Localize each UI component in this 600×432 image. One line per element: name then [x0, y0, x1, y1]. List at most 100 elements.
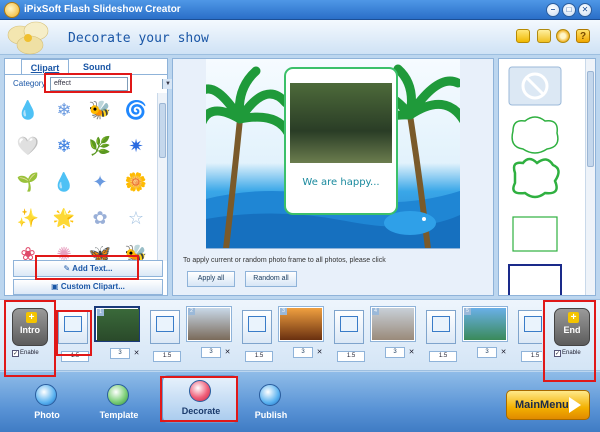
photo-duration[interactable]: 3 [110, 348, 130, 359]
clipart-item[interactable]: ✦ [85, 167, 115, 197]
clipart-scrollbar[interactable] [157, 93, 167, 261]
photo-number: 5 [464, 308, 471, 315]
photo-thumbnail[interactable]: 1 3 ✕ [94, 306, 140, 359]
transition-slot[interactable]: 1.5 [242, 310, 273, 362]
folder-icon: ▣ [51, 282, 61, 291]
transition-duration[interactable]: 1.5 [153, 351, 181, 362]
random-all-button[interactable]: Random all [245, 271, 297, 287]
nav-template[interactable]: Template [84, 380, 154, 424]
custom-clipart-button[interactable]: ▣ Custom Clipart... [13, 279, 163, 295]
transition-icon [432, 316, 450, 332]
clipart-item[interactable]: 🐝 [85, 95, 115, 125]
save-icon[interactable] [537, 29, 551, 43]
photo-number: 2 [188, 308, 195, 315]
transition-slot[interactable]: 1.5 [58, 310, 89, 362]
clipart-panel: Clipart Sound Category effect ▼ 💧 ❄ 🐝 🌀 🤍 ❄ 🌿 ✷… [4, 58, 173, 296]
nav-label: Publish [254, 410, 288, 420]
nav-publish[interactable]: Publish [236, 380, 306, 424]
title-bar: iPixSoft Flash Slideshow Creator – □ ✕ [0, 0, 600, 20]
app-logo-icon [4, 2, 20, 18]
page-header: Decorate your show ? [0, 20, 600, 55]
open-folder-icon[interactable] [516, 29, 530, 43]
clipart-item[interactable]: 🌿 [85, 131, 115, 161]
globe-icon [259, 384, 281, 406]
transition-icon [248, 316, 266, 332]
transition-icon [64, 316, 82, 332]
photo-thumbnail[interactable]: 2 3 ✕ [186, 306, 232, 358]
slide-preview[interactable]: We are happy... [206, 59, 460, 249]
photo-strip: 1.5 1 3 ✕ 1.5 2 3 ✕ 1.5 3 3 ✕ 1.5 4 3 ✕ 1.5 5 3 ✕ 1.5 [58, 306, 542, 366]
nav-decorate[interactable]: Decorate [162, 375, 238, 423]
apply-all-button[interactable]: Apply all [187, 271, 235, 287]
remove-photo-icon[interactable]: ✕ [407, 347, 416, 358]
end-button[interactable]: + End [554, 308, 590, 346]
transition-slot[interactable]: 1.5 [334, 310, 365, 362]
tab-sound[interactable]: Sound [75, 59, 119, 75]
clipart-item[interactable]: 🌱 [13, 167, 43, 197]
clipart-item[interactable]: 🌼 [121, 167, 151, 197]
category-select[interactable]: effect ▼ [50, 77, 173, 91]
scrollbar-thumb[interactable] [159, 103, 166, 158]
minimize-button[interactable]: – [546, 3, 560, 17]
intro-enable[interactable]: ✓ Enable [12, 350, 39, 357]
remove-photo-icon[interactable]: ✕ [223, 347, 232, 358]
frames-scrollbar[interactable] [585, 59, 595, 295]
clipart-item[interactable]: ❄ [49, 131, 79, 161]
pencil-icon: ✎ [63, 264, 73, 273]
clipart-item[interactable]: ☆ [121, 203, 151, 233]
photo-thumbnail[interactable]: 4 3 ✕ [370, 306, 416, 358]
checkbox[interactable]: ✓ [554, 350, 561, 357]
photo-thumbnail[interactable]: 5 3 ✕ [462, 306, 508, 358]
close-button[interactable]: ✕ [578, 3, 592, 17]
maximize-button[interactable]: □ [562, 3, 576, 17]
settings-icon[interactable] [556, 29, 570, 43]
clipart-item[interactable]: ✿ [85, 203, 115, 233]
photo-number: 1 [97, 309, 104, 316]
photo-duration[interactable]: 3 [201, 347, 221, 358]
remove-photo-icon[interactable]: ✕ [315, 347, 324, 358]
transition-duration[interactable]: 1.5 [429, 351, 457, 362]
clipart-item[interactable]: 💧 [49, 167, 79, 197]
transition-slot[interactable]: 1.5 [150, 310, 181, 362]
remove-photo-icon[interactable]: ✕ [499, 347, 508, 358]
transition-duration[interactable]: 1.5 [521, 351, 542, 362]
intro-button[interactable]: + Intro [12, 308, 48, 346]
clipart-item[interactable]: 🤍 [13, 131, 43, 161]
clipart-grid: 💧 ❄ 🐝 🌀 🤍 ❄ 🌿 ✷ 🌱 💧 ✦ 🌼 ✨ 🌟 ✿ ☆ ❀ ✺ 🦋 🐝 [9, 93, 159, 264]
end-block: + End ✓ Enable [552, 308, 592, 364]
tab-clipart[interactable]: Clipart [21, 59, 69, 75]
timeline: + Intro ✓ Enable 1.5 1 3 ✕ 1.5 2 3 ✕ 1.5 3 3 ✕ 1.5 4 3 ✕… [0, 299, 600, 371]
flower-logo-icon [7, 21, 49, 55]
custom-clipart-label: Custom Clipart... [60, 282, 125, 291]
clipart-item[interactable]: 💧 [13, 95, 43, 125]
transition-slot[interactable]: 1.5 [518, 310, 542, 362]
transition-slot[interactable]: 1.5 [426, 310, 457, 362]
end-enable[interactable]: ✓ Enable [554, 350, 581, 357]
transition-duration[interactable]: 1.5 [245, 351, 273, 362]
clipart-item[interactable]: 🌀 [121, 95, 151, 125]
page-title: Decorate your show [68, 31, 209, 46]
clipart-item[interactable]: ✨ [13, 203, 43, 233]
remove-photo-icon[interactable]: ✕ [132, 348, 141, 359]
scrollbar-thumb[interactable] [587, 71, 594, 167]
transition-duration[interactable]: 1.5 [61, 351, 89, 362]
photo-frame[interactable]: We are happy... [284, 67, 398, 215]
main-menu-button[interactable]: MainMenu [506, 390, 590, 420]
photo-thumbnail[interactable]: 3 3 ✕ [278, 306, 324, 358]
nav-photo[interactable]: Photo [12, 380, 82, 424]
clipart-item[interactable]: ❄ [49, 95, 79, 125]
help-icon[interactable]: ? [576, 29, 590, 43]
template-icon [107, 384, 129, 406]
photo-duration[interactable]: 3 [293, 347, 313, 358]
photo-icon [35, 384, 57, 406]
clipart-item[interactable]: 🌟 [49, 203, 79, 233]
end-label: End [563, 325, 581, 335]
photo-caption[interactable]: We are happy... [290, 177, 392, 188]
add-text-button[interactable]: ✎ Add Text... [13, 260, 163, 277]
photo-duration[interactable]: 3 [385, 347, 405, 358]
transition-duration[interactable]: 1.5 [337, 351, 365, 362]
flower-frame-option [512, 157, 560, 199]
clipart-item[interactable]: ✷ [121, 131, 151, 161]
checkbox[interactable]: ✓ [12, 350, 19, 357]
photo-duration[interactable]: 3 [477, 347, 497, 358]
